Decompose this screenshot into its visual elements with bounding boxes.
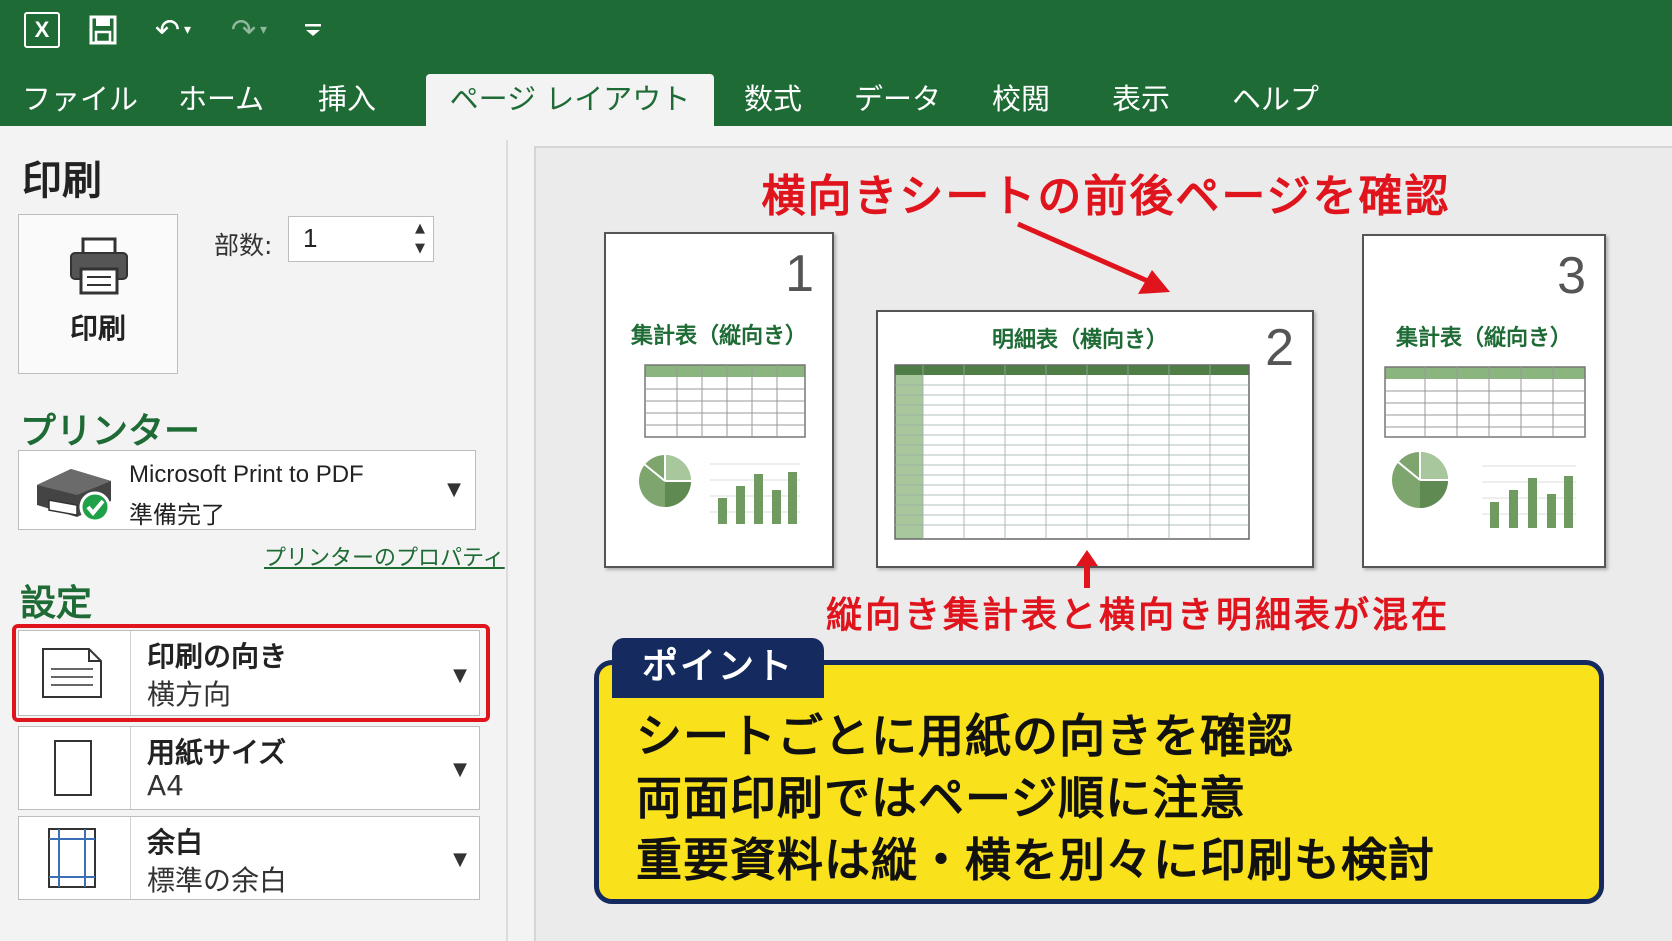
printer-properties-link[interactable]: プリンターのプロパティ xyxy=(264,540,505,572)
print-button-label: 印刷 xyxy=(69,312,126,345)
customize-qat-icon[interactable] xyxy=(300,10,326,50)
margins-icon xyxy=(48,828,96,888)
ribbon-tabs: ファイル ホーム 挿入 ページ レイアウト 数式 データ 校閲 表示 ヘルプ xyxy=(0,62,1672,126)
printer-dropdown[interactable]: Microsoft Print to PDF 準備完了 ▼ xyxy=(18,450,476,530)
point-line: シートごとに用紙の向きを確認 xyxy=(636,709,1294,763)
redo-icon[interactable]: ↷ ▾ xyxy=(222,10,276,50)
callout-bottom: 縦向き集計表と横向き明細表が混在 xyxy=(826,595,1451,636)
bar-chart-thumbnail xyxy=(1482,465,1576,528)
callout-top: 横向きシートの前後ページを確認 xyxy=(761,171,1451,222)
preview-page-1: 1 集計表（縦向き） xyxy=(604,232,834,568)
tab-formulas[interactable]: 数式 xyxy=(744,74,802,126)
preview-page-3: 3 集計表（縦向き） xyxy=(1362,234,1606,568)
printer-heading: プリンター xyxy=(20,411,201,452)
page-number: 3 xyxy=(1557,247,1586,305)
page-title: 集計表（縦向き） xyxy=(630,324,807,349)
page-number: 2 xyxy=(1265,319,1294,377)
point-line: 重要資料は縦・横を別々に印刷も検討 xyxy=(636,833,1435,887)
tab-review[interactable]: 校閲 xyxy=(992,74,1050,126)
portrait-page-icon xyxy=(54,740,92,796)
tab-insert[interactable]: 挿入 xyxy=(318,74,376,126)
margins-icon-cell xyxy=(19,817,131,899)
paper-size-icon-cell xyxy=(19,727,131,809)
paper-size-title: 用紙サイズ xyxy=(147,736,287,769)
point-line: 両面印刷ではページ順に注意 xyxy=(636,771,1247,825)
page-title: 明細表（横向き） xyxy=(991,328,1168,353)
margins-value: 標準の余白 xyxy=(147,864,288,897)
preview-page-2: 明細表（横向き） 2 xyxy=(876,310,1314,568)
tab-view[interactable]: 表示 xyxy=(1112,74,1170,126)
bar-chart-thumbnail xyxy=(710,463,800,524)
arrow-down-right-icon xyxy=(1016,221,1170,294)
copies-label: 部数: xyxy=(214,231,273,260)
chevron-down-icon: ▼ xyxy=(447,479,461,500)
tab-file[interactable]: ファイル xyxy=(22,74,138,126)
arrow-up-icon xyxy=(1076,550,1098,588)
paper-size-value: A4 xyxy=(147,769,184,802)
paper-size-dropdown[interactable]: 用紙サイズ A4 ▼ xyxy=(18,726,480,810)
summary-table-thumbnail xyxy=(1384,366,1586,438)
point-tag: ポイント xyxy=(612,638,824,698)
tab-page-layout[interactable]: ページ レイアウト xyxy=(426,74,714,126)
title-bar: X ↶ ▾ ↷ ▾ xyxy=(0,0,1672,62)
copies-value: 1 xyxy=(303,223,318,253)
printer-status: 準備完了 xyxy=(129,501,225,529)
printer-name: Microsoft Print to PDF xyxy=(129,461,364,488)
pie-chart-thumbnail xyxy=(1392,452,1448,508)
chevron-down-icon: ▼ xyxy=(453,759,467,780)
pie-chart-thumbnail xyxy=(639,455,691,507)
page-title: 集計表（縦向き） xyxy=(1395,326,1572,351)
tab-help[interactable]: ヘルプ xyxy=(1232,74,1319,126)
tab-data[interactable]: データ xyxy=(854,74,941,126)
orientation-highlight xyxy=(12,624,490,722)
print-button[interactable]: 印刷 xyxy=(18,214,178,374)
printer-icon xyxy=(70,237,128,295)
tab-home[interactable]: ホーム xyxy=(178,74,264,126)
copies-down-icon[interactable]: ▼ xyxy=(415,241,425,256)
panel-divider xyxy=(506,140,508,941)
margins-dropdown[interactable]: 余白 標準の余白 ▼ xyxy=(18,816,480,900)
chevron-down-icon: ▼ xyxy=(453,849,467,870)
settings-heading: 設定 xyxy=(20,583,93,624)
detail-table-thumbnail xyxy=(894,364,1250,540)
page-number: 1 xyxy=(785,245,814,303)
save-icon[interactable] xyxy=(88,10,118,50)
summary-table-thumbnail xyxy=(644,364,806,438)
printer-ready-icon xyxy=(37,469,111,523)
undo-icon[interactable]: ↶ ▾ xyxy=(146,10,200,50)
margins-title: 余白 xyxy=(147,826,204,859)
excel-icon: X xyxy=(24,12,60,48)
